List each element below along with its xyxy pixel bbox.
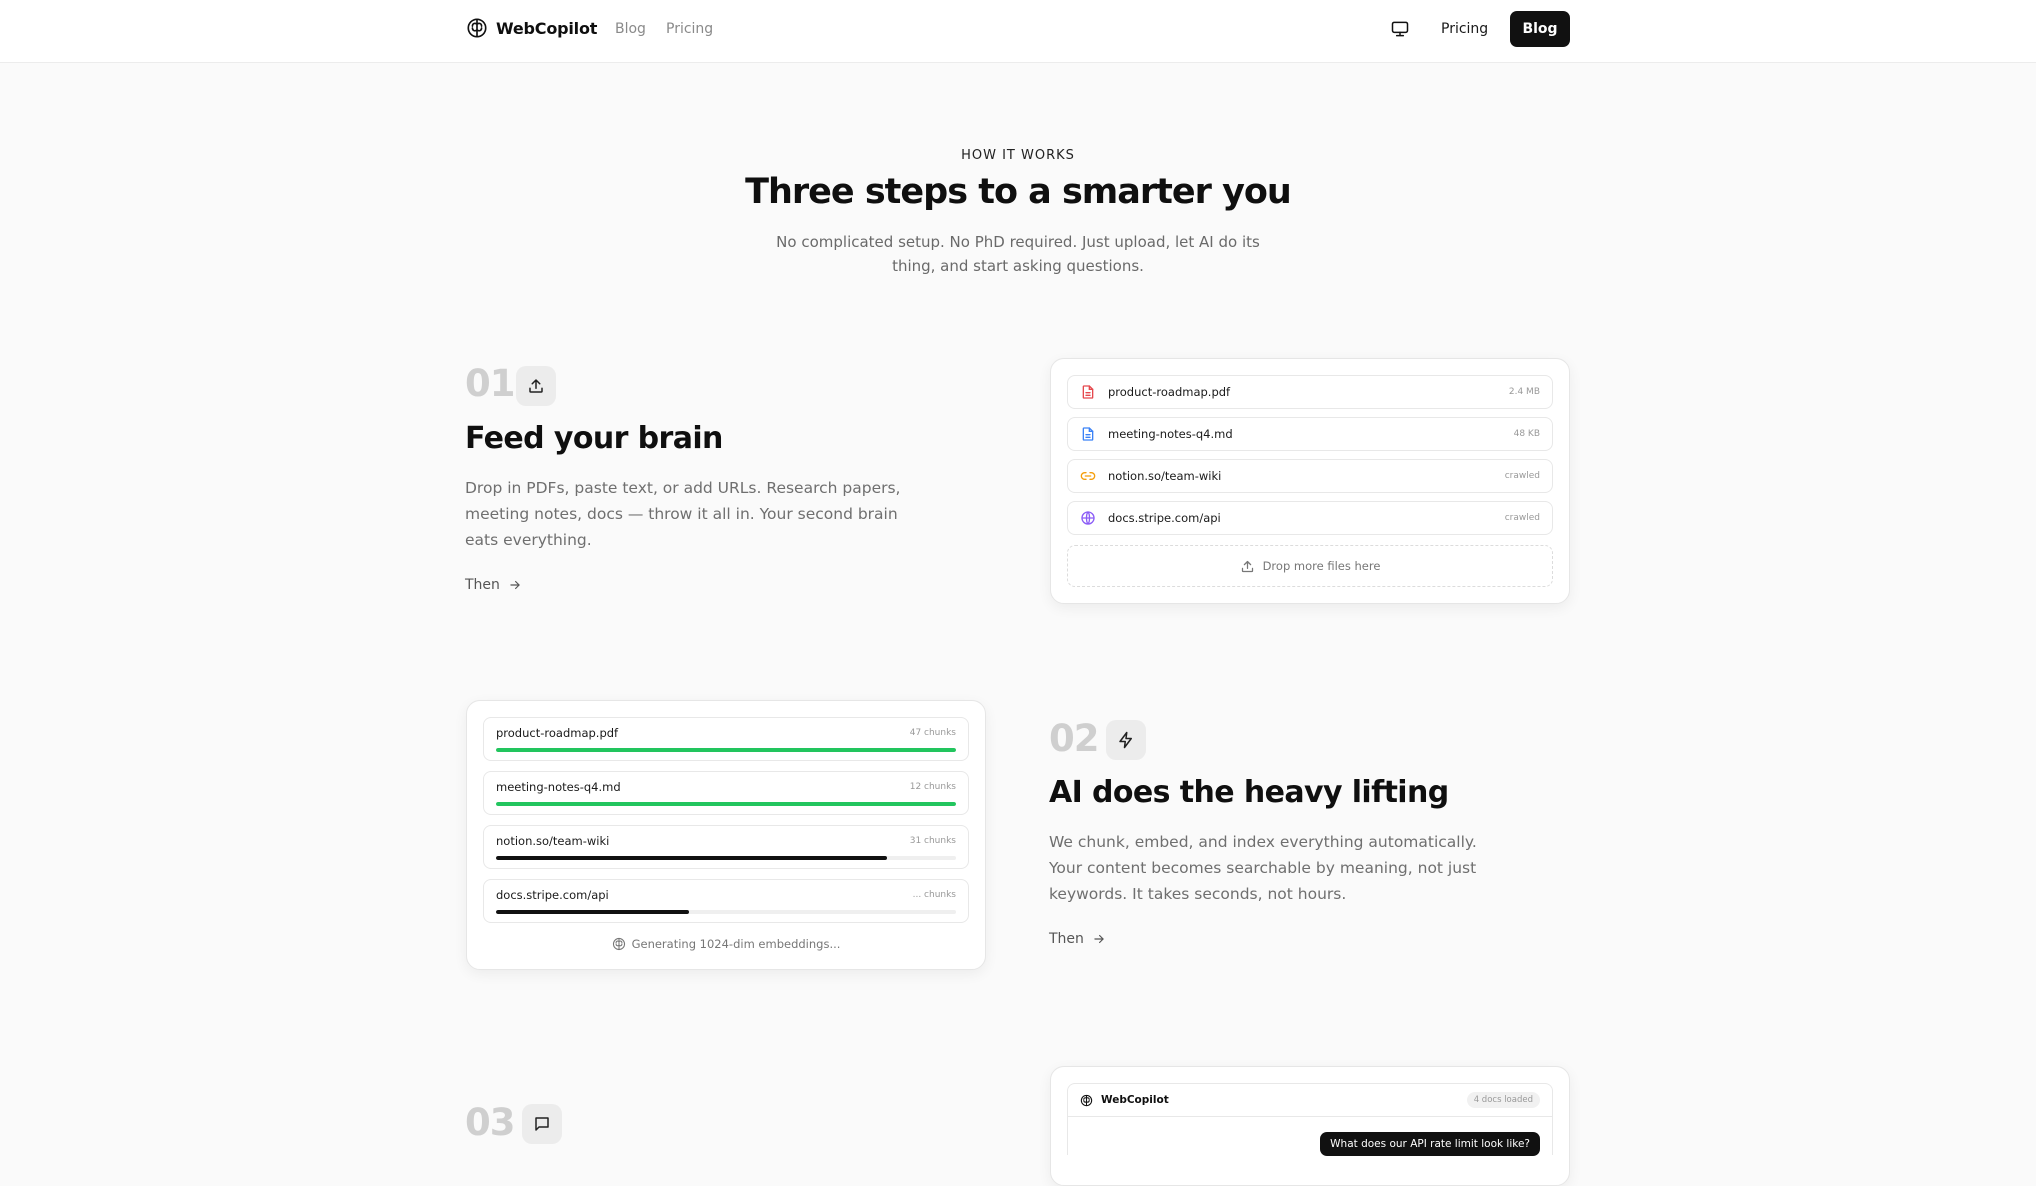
file-size: 48 KB (1513, 429, 1540, 439)
link-icon (1080, 468, 1096, 484)
pdf-file-icon (1080, 384, 1096, 400)
progress-row: meeting-notes-q4.md 12 chunks (483, 771, 969, 815)
chat-icon (535, 1117, 549, 1131)
step-then-link[interactable]: Then (1049, 931, 1106, 947)
step-icon-box (516, 366, 556, 406)
user-message: What does our API rate limit look like? (1320, 1132, 1540, 1156)
progress-fill (496, 910, 690, 914)
section-eyebrow: HOW IT WORKS (961, 148, 1075, 163)
file-name: notion.so/team-wiki (1108, 469, 1222, 483)
file-name: meeting-notes-q4.md (1108, 427, 1233, 441)
status-text: Generating 1024-dim embeddings... (631, 937, 841, 951)
progress-fill (496, 748, 956, 752)
progress-track (496, 910, 956, 914)
progress-row: notion.so/team-wiki 31 chunks (483, 825, 969, 869)
progress-track (496, 748, 956, 752)
arrow-right-icon (1094, 934, 1104, 944)
step-icon-box (522, 1104, 562, 1144)
chunk-count: 31 chunks (909, 836, 956, 846)
progress-track (496, 856, 956, 860)
upload-icon (529, 379, 543, 393)
step-title: Feed your brain (465, 421, 723, 456)
drop-label: Drop more files here (1262, 559, 1381, 573)
file-name: docs.stripe.com/api (1108, 511, 1221, 525)
file-row[interactable]: product-roadmap.pdf 2.4 MB (1067, 375, 1553, 409)
chat-header: WebCopilot 4 docs loaded (1068, 1084, 1552, 1117)
chat-card: WebCopilot 4 docs loaded What does our A… (1050, 1066, 1570, 1186)
lightning-icon (1119, 731, 1132, 749)
progress-track (496, 802, 956, 806)
then-label: Then (465, 577, 500, 593)
upload-card: product-roadmap.pdf 2.4 MB meeting-notes… (1050, 358, 1570, 604)
step-title: AI does the heavy lifting (1049, 775, 1449, 810)
progress-fill (496, 802, 956, 806)
file-name: product-roadmap.pdf (1108, 385, 1231, 399)
step-number: 01 (465, 362, 515, 405)
file-row[interactable]: meeting-notes-q4.md 48 KB (1067, 417, 1553, 451)
file-row[interactable]: docs.stripe.com/api crawled (1067, 501, 1553, 535)
step-description: Drop in PDFs, paste text, or add URLs. R… (465, 479, 901, 549)
chunk-count: ... chunks (912, 890, 956, 900)
file-size: 2.4 MB (1508, 387, 1540, 397)
chat-title: WebCopilot (1101, 1094, 1169, 1106)
arrow-right-icon (510, 580, 520, 590)
chunk-count: 47 chunks (909, 728, 956, 738)
step-icon-box (1106, 720, 1146, 760)
then-label: Then (1049, 931, 1084, 947)
step-description: We chunk, embed, and index everything au… (1049, 833, 1477, 903)
progress-row: product-roadmap.pdf 47 chunks (483, 717, 969, 761)
logo-text: WebCopilot (496, 18, 598, 38)
chat-window: WebCopilot 4 docs loaded What does our A… (1067, 1083, 1553, 1156)
doc-file-icon (1080, 426, 1096, 442)
logo[interactable]: WebCopilot (466, 17, 597, 39)
nav-link-blog[interactable]: Blog (615, 21, 646, 37)
section-title: Three steps to a smarter you (745, 172, 1292, 212)
step-then-link[interactable]: Then (465, 577, 522, 593)
globe-icon (1080, 510, 1096, 526)
upload-icon (1241, 560, 1253, 572)
embedding-status: Generating 1024-dim embeddings... (467, 937, 985, 951)
brain-icon (1080, 1094, 1093, 1106)
file-status: crawled (1504, 513, 1540, 523)
brain-logo-icon (467, 18, 487, 38)
docs-loaded-badge: 4 docs loaded (1466, 1092, 1540, 1108)
processing-card: product-roadmap.pdf 47 chunks meeting-no… (466, 700, 986, 970)
file-name: product-roadmap.pdf (496, 726, 619, 740)
drop-zone[interactable]: Drop more files here (1067, 545, 1553, 587)
monitor-icon[interactable] (1390, 19, 1410, 39)
file-row[interactable]: notion.so/team-wiki crawled (1067, 459, 1553, 493)
brain-icon (612, 937, 625, 951)
nav-pricing-link[interactable]: Pricing (1441, 21, 1488, 37)
top-nav: WebCopilot Blog Pricing Pricing Blog (0, 0, 2036, 63)
file-name: docs.stripe.com/api (496, 888, 609, 902)
progress-row: docs.stripe.com/api ... chunks (483, 879, 969, 923)
step-number: 02 (1049, 717, 1099, 760)
section-subtitle: No complicated setup. No PhD required. J… (776, 233, 1260, 275)
file-name: notion.so/team-wiki (496, 834, 610, 848)
step-number: 03 (465, 1101, 515, 1144)
blog-button[interactable]: Blog (1510, 11, 1570, 47)
chunk-count: 12 chunks (909, 782, 956, 792)
file-name: meeting-notes-q4.md (496, 780, 621, 794)
progress-fill (496, 856, 887, 860)
nav-link-pricing[interactable]: Pricing (666, 21, 713, 37)
file-status: crawled (1504, 471, 1540, 481)
